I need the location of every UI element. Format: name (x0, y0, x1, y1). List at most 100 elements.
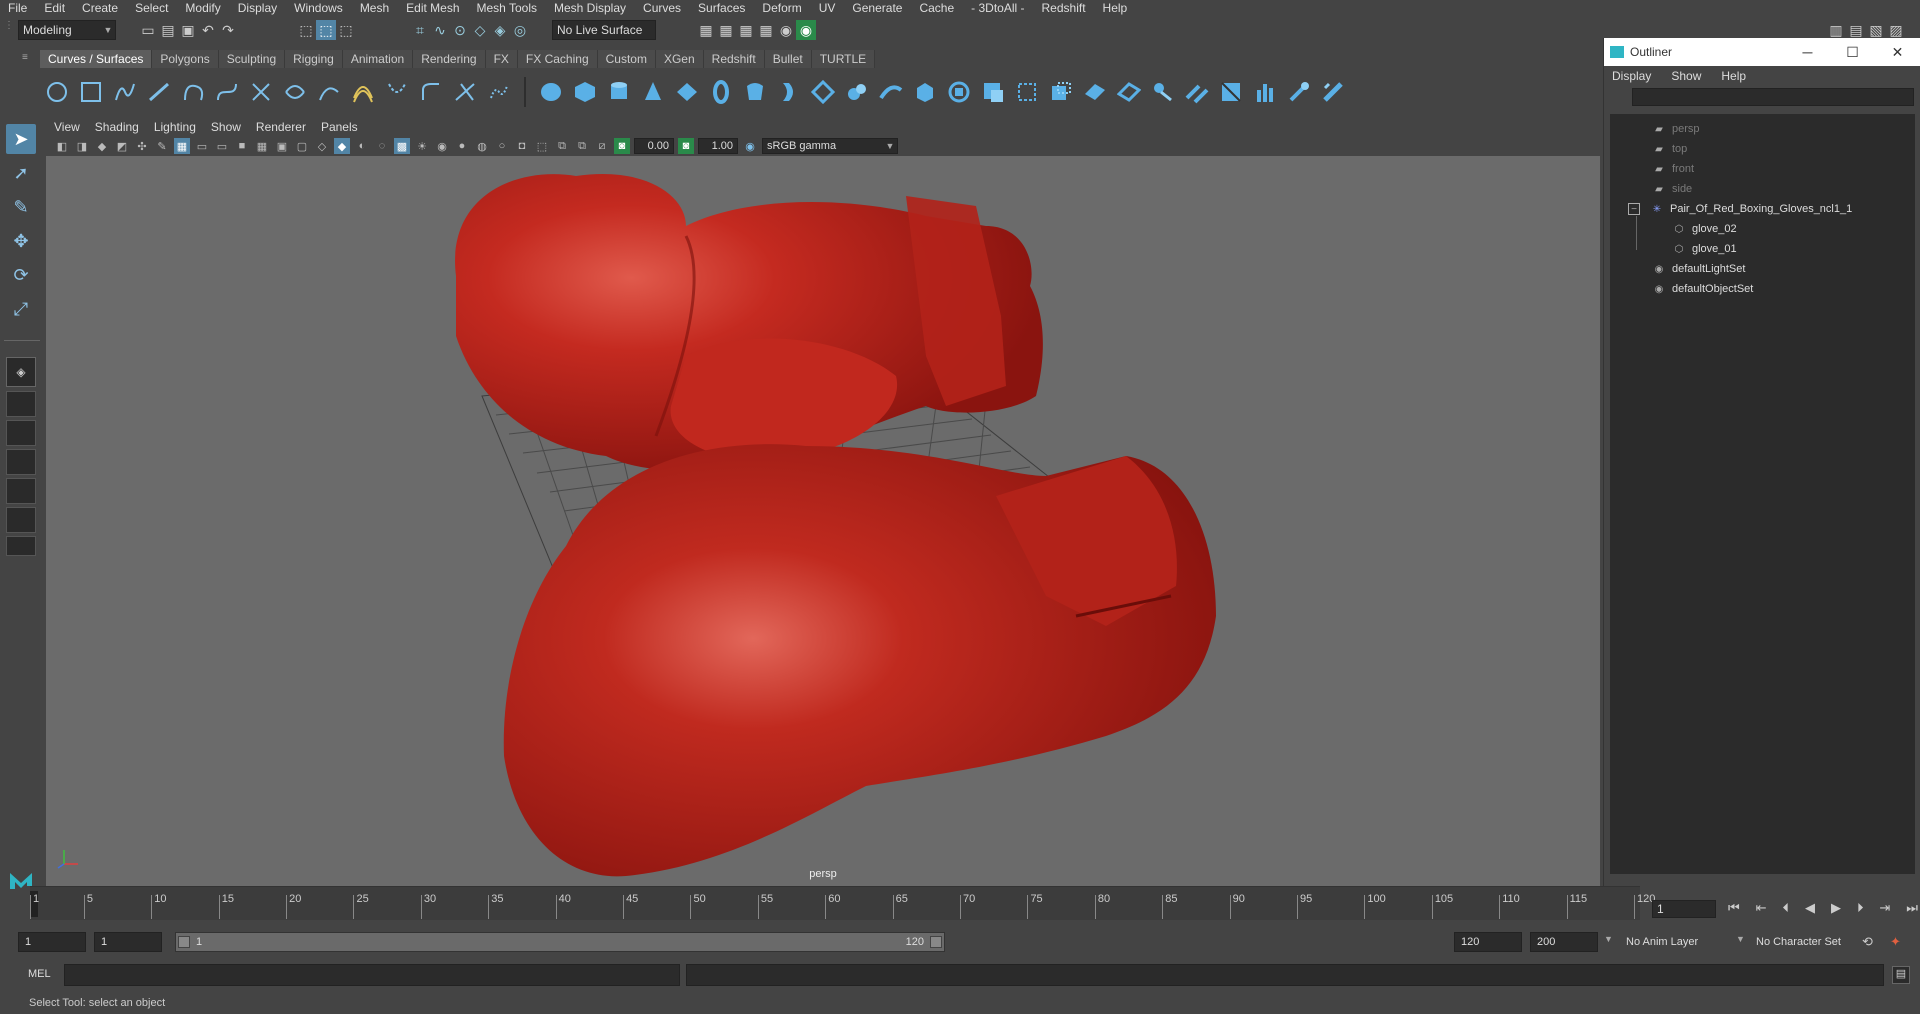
outliner-menu-display[interactable]: Display (1612, 69, 1651, 83)
tab-rendering[interactable]: Rendering (413, 50, 486, 68)
extrude-icon[interactable] (840, 76, 874, 108)
nurbs-cube-icon[interactable] (568, 76, 602, 108)
menu-deform[interactable]: Deform (762, 1, 801, 15)
anim-layer-dropdown[interactable]: No Anim Layer (1620, 932, 1740, 952)
ipr-render-icon[interactable]: ▦ (736, 20, 756, 40)
screen-space-ao-icon[interactable]: ● (454, 138, 470, 154)
time-ticks[interactable]: 1 5 10 15 20 25 30 35 40 45 50 55 60 65 70 75 80 85 90 95 10… (30, 886, 1655, 920)
trim-tool-icon[interactable] (1010, 76, 1044, 108)
shelf-menu-icon[interactable]: ≡ (22, 52, 36, 66)
two-d-pan-icon[interactable]: ✣ (134, 138, 150, 154)
rebuild-surface-icon[interactable] (1146, 76, 1180, 108)
redshift-render-icon[interactable]: ◉ (796, 20, 816, 40)
field-chart-icon[interactable]: ▦ (254, 138, 270, 154)
play-backward-icon[interactable]: ◀ (1805, 900, 1815, 916)
nurbs-sphere-icon[interactable] (534, 76, 568, 108)
persp-graph-layout-icon[interactable] (6, 449, 36, 475)
nurbs-square-icon[interactable] (74, 76, 108, 108)
script-editor-icon[interactable]: ▤ (1892, 966, 1910, 984)
open-scene-icon[interactable]: ▤ (158, 20, 178, 40)
step-back-key-icon[interactable]: ⇤ (1756, 900, 1767, 916)
scale-tool-icon[interactable]: ⤢ (6, 294, 36, 324)
render-settings-icon[interactable]: ▦ (756, 20, 776, 40)
extend-curve-icon[interactable] (312, 76, 346, 108)
outliner-menu-show[interactable]: Show (1671, 69, 1701, 83)
menu-uv[interactable]: UV (819, 1, 836, 15)
playback-range-bar[interactable]: 1 120 (175, 932, 945, 952)
panel-menu-show[interactable]: Show (211, 120, 241, 134)
move-tool-icon[interactable]: ✥ (6, 226, 36, 256)
bezier-curve-icon[interactable] (210, 76, 244, 108)
snap-point-icon[interactable]: ⊙ (450, 20, 470, 40)
menu-edit[interactable]: Edit (44, 1, 65, 15)
menu-help[interactable]: Help (1103, 1, 1128, 15)
single-perspective-layout-icon[interactable]: ◈ (6, 357, 36, 387)
chevron-down-icon[interactable]: ▼ (1736, 934, 1745, 944)
outliner-search-input[interactable] (1632, 88, 1914, 106)
bevel-plus-icon[interactable] (976, 76, 1010, 108)
offset-curve-icon[interactable] (346, 76, 380, 108)
birail-icon[interactable] (874, 76, 908, 108)
tab-fx[interactable]: FX (485, 50, 518, 68)
extend-surface-icon[interactable] (1078, 76, 1112, 108)
list-item[interactable]: ▰ front (1652, 160, 1694, 178)
nurbs-cone-icon[interactable] (636, 76, 670, 108)
xray-joints-icon[interactable]: ⧄ (594, 138, 610, 154)
list-item[interactable]: ▰ top (1652, 140, 1687, 158)
menu-cache[interactable]: Cache (919, 1, 954, 15)
camera-attributes-icon[interactable]: ◨ (74, 138, 90, 154)
tab-fx-caching[interactable]: FX Caching (517, 50, 598, 68)
select-tool-icon[interactable]: ➤ (6, 124, 36, 154)
time-slider[interactable]: 1 5 10 15 20 25 30 35 40 45 50 55 60 65 70 75 80 85 90 95 10… (24, 886, 1655, 920)
tab-animation[interactable]: Animation (342, 50, 414, 68)
snap-surface-icon[interactable]: ◈ (490, 20, 510, 40)
planar-icon[interactable] (806, 76, 840, 108)
resolution-gate-icon[interactable]: ▭ (214, 138, 230, 154)
current-frame-field[interactable]: 1 (1652, 900, 1716, 918)
safe-action-icon[interactable]: ▣ (274, 138, 290, 154)
tab-bullet[interactable]: Bullet (764, 50, 812, 68)
persp-uv-layout-icon[interactable] (6, 507, 36, 533)
minimize-icon[interactable]: ─ (1785, 44, 1830, 61)
intersect-curve-icon[interactable] (278, 76, 312, 108)
go-to-start-icon[interactable]: ⏮ (1728, 900, 1740, 916)
four-view-layout-icon[interactable] (6, 391, 36, 417)
range-end-handle[interactable] (930, 936, 942, 948)
outliner-list[interactable]: ▰ persp ▰ top ▰ front ▰ side − ✳ Pair_Of_Red… (1610, 114, 1915, 874)
statusline-grip[interactable]: ⋮ (4, 20, 18, 40)
close-icon[interactable]: ✕ (1875, 44, 1920, 61)
safe-title-icon[interactable]: ▢ (294, 138, 310, 154)
list-item[interactable]: ▰ side (1652, 180, 1692, 198)
depth-of-field-icon[interactable]: ◘ (514, 138, 530, 154)
animation-prefs-icon[interactable]: ✦ (1890, 934, 1901, 950)
nurbs-torus-icon[interactable] (704, 76, 738, 108)
stitch-icon[interactable] (1180, 76, 1214, 108)
list-item[interactable]: ⬡ glove_02 (1672, 220, 1737, 238)
list-item[interactable]: ⬡ glove_01 (1672, 240, 1737, 258)
lasso-tool-icon[interactable]: ➚ (6, 158, 36, 188)
pencil-curve-icon[interactable] (176, 76, 210, 108)
step-forward-key-icon[interactable]: ⇥ (1879, 900, 1890, 916)
snap-magnet-icon[interactable]: ◎ (510, 20, 530, 40)
gate-mask-icon[interactable]: ■ (234, 138, 250, 154)
project-curve-icon[interactable] (1282, 76, 1316, 108)
new-scene-icon[interactable]: ▭ (138, 20, 158, 40)
list-item[interactable]: ◉ defaultLightSet (1652, 260, 1746, 278)
channel-box-icon[interactable]: ▨ (1886, 20, 1906, 40)
menu-windows[interactable]: Windows (294, 1, 343, 15)
persp-outliner-layout-icon[interactable] (6, 420, 36, 446)
redo-icon[interactable]: ↷ (218, 20, 238, 40)
tab-sculpting[interactable]: Sculpting (218, 50, 286, 68)
chevron-down-icon[interactable]: ▼ (1604, 934, 1613, 944)
save-scene-icon[interactable]: ▣ (178, 20, 198, 40)
list-item[interactable]: ◉ defaultObjectSet (1652, 280, 1754, 298)
animation-start-field[interactable]: 1 (18, 932, 86, 952)
square-surface-icon[interactable] (942, 76, 976, 108)
exposure-field[interactable]: 0.00 (634, 138, 674, 154)
list-item[interactable]: − ✳ Pair_Of_Red_Boxing_Gloves_ncl1_1 (1628, 200, 1852, 218)
film-gate-icon[interactable]: ▭ (194, 138, 210, 154)
ep-curve-icon[interactable] (142, 76, 176, 108)
playback-end-field[interactable]: 120 (1454, 932, 1522, 952)
tab-polygons[interactable]: Polygons (152, 50, 219, 68)
cut-curve-icon[interactable] (244, 76, 278, 108)
